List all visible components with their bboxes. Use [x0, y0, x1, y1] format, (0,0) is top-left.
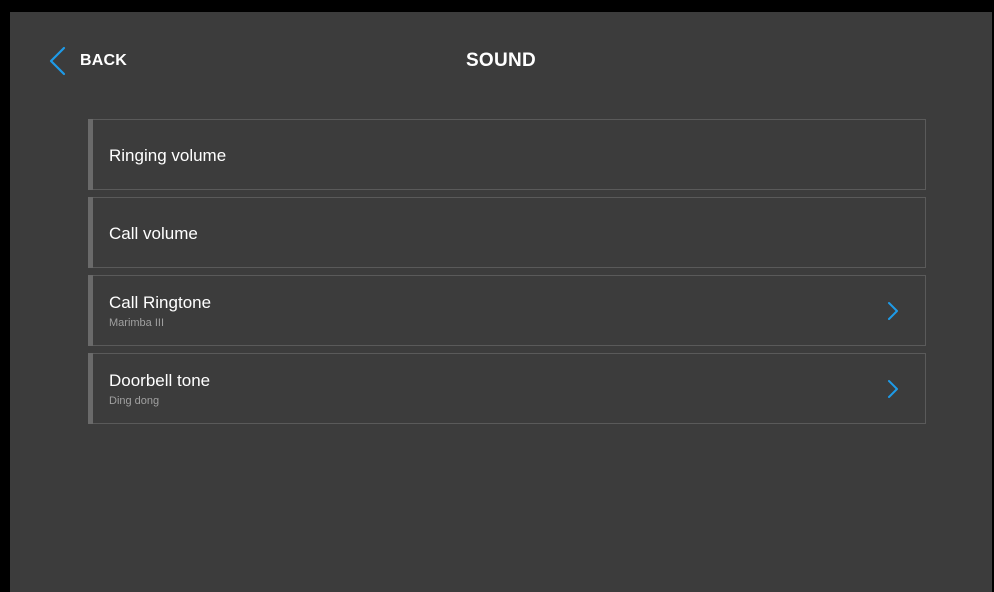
item-accent-bar	[88, 197, 93, 268]
item-accent-bar	[88, 353, 93, 424]
item-title: Call Ringtone	[109, 293, 212, 312]
sound-settings-list: Ringing volume Call volume Call Ringtone…	[88, 119, 926, 431]
item-title: Ringing volume	[109, 146, 227, 165]
chevron-right-icon	[888, 302, 898, 320]
list-item-call-ringtone[interactable]: Call Ringtone Marimba III	[88, 275, 926, 346]
item-accent-bar	[88, 119, 93, 190]
item-value: Marimba III	[109, 317, 165, 329]
page-title: SOUND	[465, 50, 537, 71]
item-accent-bar	[88, 275, 93, 346]
list-item-doorbell-tone[interactable]: Doorbell tone Ding dong	[88, 353, 926, 424]
sound-settings-screen: BACK SOUND Ringing volume Call volume Ca…	[10, 12, 992, 592]
item-title: Call volume	[109, 224, 198, 243]
item-value: Ding dong	[109, 395, 160, 407]
header-bar: BACK SOUND	[10, 12, 992, 108]
chevron-right-icon	[888, 380, 898, 398]
list-item-ringing-volume[interactable]: Ringing volume	[88, 119, 926, 190]
list-item-call-volume[interactable]: Call volume	[88, 197, 926, 268]
item-title: Doorbell tone	[109, 371, 211, 390]
